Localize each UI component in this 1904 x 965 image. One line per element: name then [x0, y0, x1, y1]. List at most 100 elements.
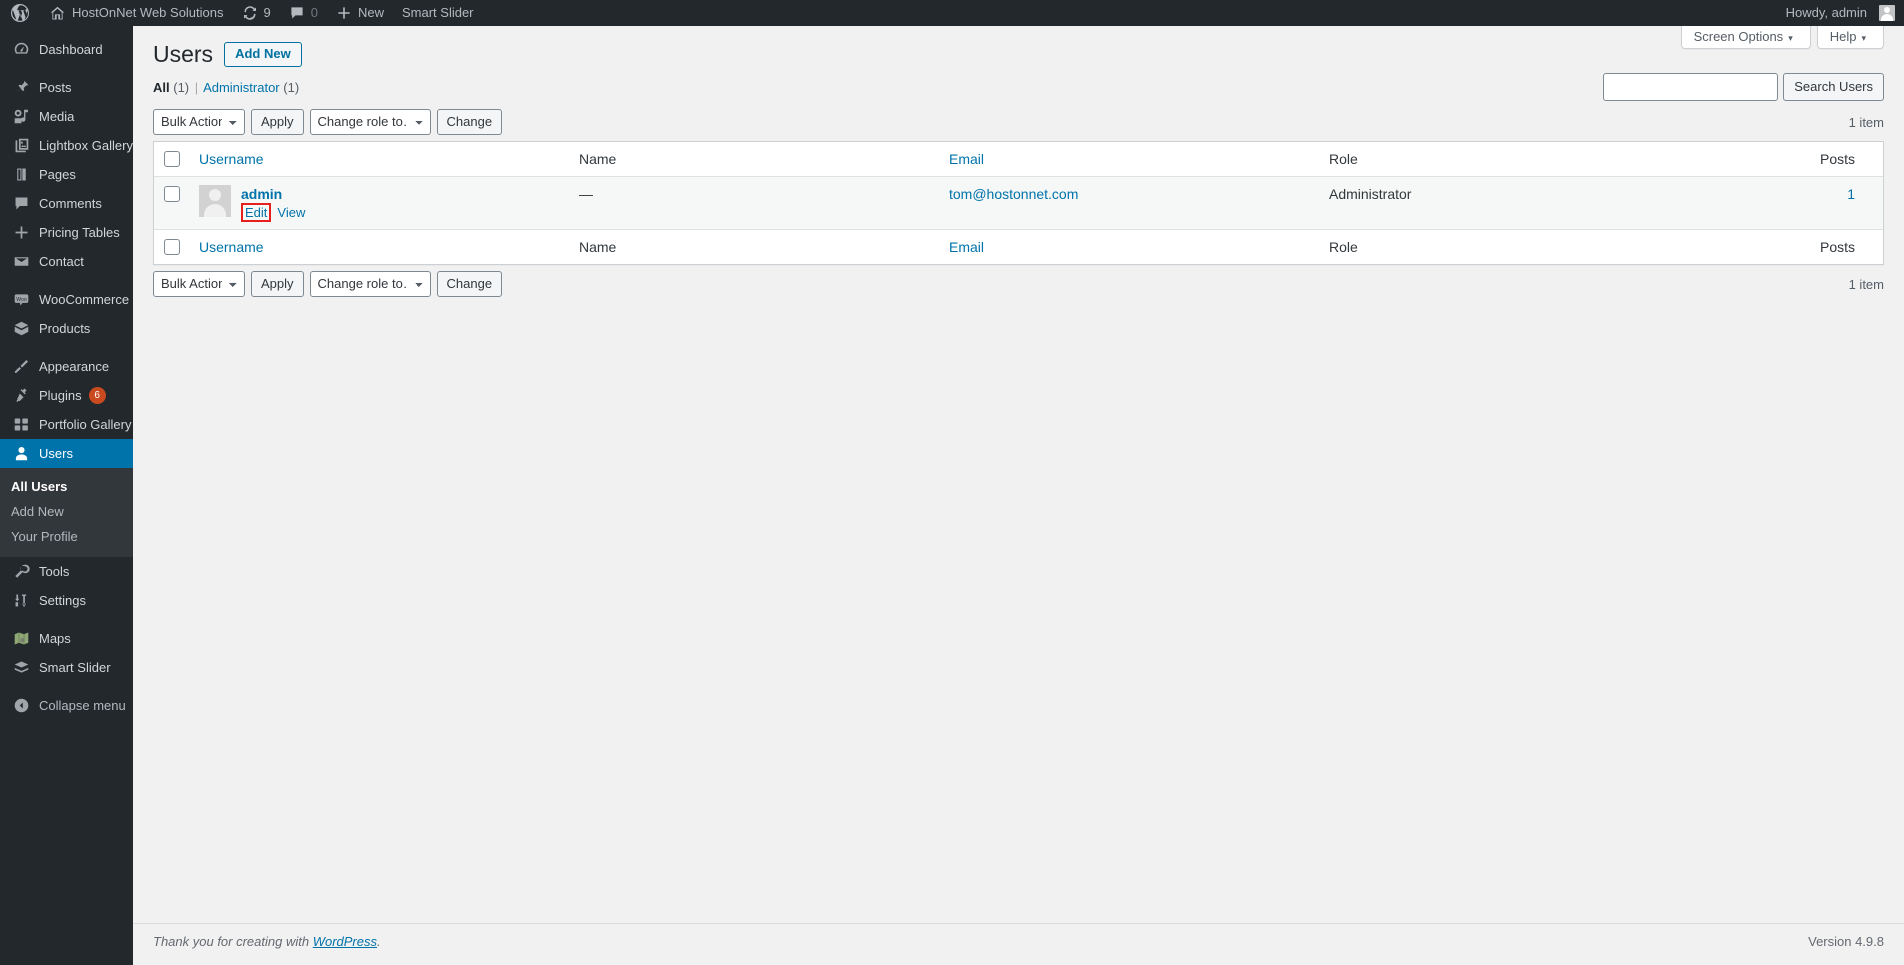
- dashboard-icon: [11, 40, 31, 60]
- sidebar-item-label: Comments: [39, 196, 102, 211]
- sidebar-item-lightbox-gallery[interactable]: Lightbox Gallery: [0, 131, 133, 160]
- media-icon: [11, 107, 31, 127]
- sidebar-item-comments[interactable]: Comments: [0, 189, 133, 218]
- cell-username: admin Edit View: [189, 176, 569, 229]
- wordpress-link[interactable]: WordPress: [313, 934, 377, 949]
- sort-username-link-bottom[interactable]: Username: [199, 239, 264, 255]
- change-role-button-bottom[interactable]: Change: [436, 271, 503, 298]
- sidebar-item-dashboard[interactable]: Dashboard: [0, 35, 133, 64]
- screen-meta-links: Screen Options ▾ Help ▾: [1680, 26, 1884, 49]
- sort-username-link[interactable]: Username: [199, 151, 264, 167]
- apply-button-bottom[interactable]: Apply: [251, 271, 304, 298]
- search-users-button[interactable]: Search Users: [1783, 73, 1884, 101]
- help-label: Help: [1829, 29, 1857, 44]
- sidebar-item-settings[interactable]: Settings: [0, 586, 133, 615]
- sidebar-item-products[interactable]: Products: [0, 314, 133, 343]
- sidebar-item-label: Lightbox Gallery: [39, 138, 133, 153]
- views-and-search-row: All (1) | Administrator (1) Search Users: [153, 73, 1884, 103]
- row-checkbox[interactable]: [164, 186, 180, 203]
- add-new-user-button[interactable]: Add New: [224, 42, 302, 67]
- users-table: Username Name Email Role Posts admin Edi…: [153, 141, 1884, 266]
- edit-user-link[interactable]: Edit: [245, 205, 267, 220]
- updates-menu[interactable]: 9: [233, 0, 280, 26]
- users-table-body: admin Edit View — tom@hostonnet.com Admi…: [154, 176, 1883, 230]
- edit-link-highlight: Edit: [241, 203, 272, 223]
- menu-separator: [0, 343, 133, 352]
- chevron-down-icon: ▾: [1788, 33, 1793, 43]
- select-all-checkbox-top[interactable]: [164, 151, 180, 167]
- submenu-item-all-users[interactable]: All Users: [0, 474, 133, 499]
- sidebar-item-smart-slider[interactable]: Smart Slider: [0, 653, 133, 682]
- sort-email-link-bottom[interactable]: Email: [949, 239, 984, 255]
- sidebar-item-contact[interactable]: Contact: [0, 247, 133, 276]
- comment-bubble-icon: [289, 5, 305, 21]
- column-footer-role: Role: [1319, 229, 1549, 264]
- new-content-menu[interactable]: New: [327, 0, 393, 26]
- howdy-label: Howdy, admin: [1785, 5, 1867, 20]
- sidebar-item-pricing-tables[interactable]: Pricing Tables: [0, 218, 133, 247]
- cell-posts: 1: [1549, 176, 1883, 229]
- bulk-actions-select-top[interactable]: Bulk Actions: [153, 109, 245, 135]
- woocommerce-icon: Woo: [11, 290, 31, 310]
- sidebar-item-users[interactable]: Users: [0, 439, 141, 468]
- view-all-link[interactable]: All: [153, 80, 170, 95]
- menu-separator: [0, 615, 133, 624]
- sidebar-item-media[interactable]: Media: [0, 102, 133, 131]
- collapse-menu-button[interactable]: Collapse menu: [0, 691, 133, 720]
- comments-menu[interactable]: 0: [280, 0, 327, 26]
- select-all-checkbox-bottom[interactable]: [164, 239, 180, 256]
- site-name-menu[interactable]: HostOnNet Web Solutions: [40, 0, 233, 26]
- user-avatar-icon: [1879, 5, 1895, 21]
- sidebar-item-label: Plugins: [39, 388, 82, 403]
- sidebar-item-portfolio-gallery[interactable]: Portfolio Gallery: [0, 410, 133, 439]
- smart-slider-menu[interactable]: Smart Slider: [393, 0, 483, 26]
- sidebar-item-pages[interactable]: Pages: [0, 160, 133, 189]
- sidebar-item-label: Smart Slider: [39, 660, 111, 675]
- sidebar-item-plugins[interactable]: Plugins 6: [0, 381, 133, 410]
- submenu-item-your-profile[interactable]: Your Profile: [0, 524, 133, 549]
- column-footer-username: Username: [189, 229, 569, 264]
- sidebar-item-woocommerce[interactable]: Woo WooCommerce: [0, 285, 133, 314]
- tablenav-bottom-actions: Bulk Actions Apply Change role to… Chang…: [153, 271, 503, 298]
- sidebar-item-label: Settings: [39, 593, 86, 608]
- footer-version: Version 4.9.8: [1808, 934, 1884, 949]
- sidebar-item-tools[interactable]: Tools: [0, 557, 133, 586]
- my-account-menu[interactable]: Howdy, admin: [1777, 0, 1904, 26]
- wordpress-logo-menu[interactable]: [0, 0, 40, 26]
- column-label-posts-bottom: Posts: [1819, 239, 1855, 256]
- posts-count-link[interactable]: 1: [1847, 186, 1855, 202]
- sidebar-item-maps[interactable]: Maps: [0, 624, 133, 653]
- column-header-posts: Posts: [1549, 142, 1883, 176]
- email-link[interactable]: tom@hostonnet.com: [949, 186, 1078, 202]
- sidebar-item-label: Users: [39, 446, 73, 461]
- displaying-num-top: 1 item: [1848, 114, 1884, 130]
- sidebar-item-posts[interactable]: Posts: [0, 73, 133, 102]
- change-role-button-top[interactable]: Change: [436, 109, 503, 135]
- username-link[interactable]: admin: [241, 186, 305, 203]
- submenu-item-add-new[interactable]: Add New: [0, 499, 133, 524]
- admin-footer: Thank you for creating with WordPress. V…: [133, 923, 1904, 965]
- table-row: admin Edit View — tom@hostonnet.com Admi…: [154, 176, 1883, 230]
- column-label-name: Name: [579, 151, 617, 167]
- view-user-link[interactable]: View: [277, 204, 305, 221]
- bulk-actions-select-bottom[interactable]: Bulk Actions: [153, 271, 245, 298]
- view-administrator-link[interactable]: Administrator: [203, 80, 280, 95]
- grid-icon: [11, 415, 31, 435]
- change-role-select-bottom[interactable]: Change role to…: [309, 271, 431, 298]
- sort-email-link[interactable]: Email: [949, 151, 984, 167]
- change-role-select-top[interactable]: Change role to…: [309, 109, 431, 135]
- paintbrush-icon: [11, 357, 31, 377]
- menu-separator: [0, 276, 133, 285]
- sidebar-item-label: Pricing Tables: [39, 225, 120, 240]
- comments-count: 0: [310, 5, 318, 20]
- footer-thanks-prefix: Thank you for creating with: [153, 934, 313, 949]
- page-header: Users Add New: [153, 26, 1884, 70]
- apply-button-top[interactable]: Apply: [251, 109, 304, 135]
- collapse-arrow-icon: [11, 696, 31, 716]
- search-input[interactable]: [1603, 73, 1779, 101]
- footer-thanks-suffix: .: [377, 934, 381, 949]
- sidebar-item-appearance[interactable]: Appearance: [0, 352, 133, 381]
- menu-separator: [0, 64, 133, 73]
- screen-options-toggle[interactable]: Screen Options ▾: [1680, 26, 1811, 49]
- help-toggle[interactable]: Help ▾: [1816, 26, 1884, 49]
